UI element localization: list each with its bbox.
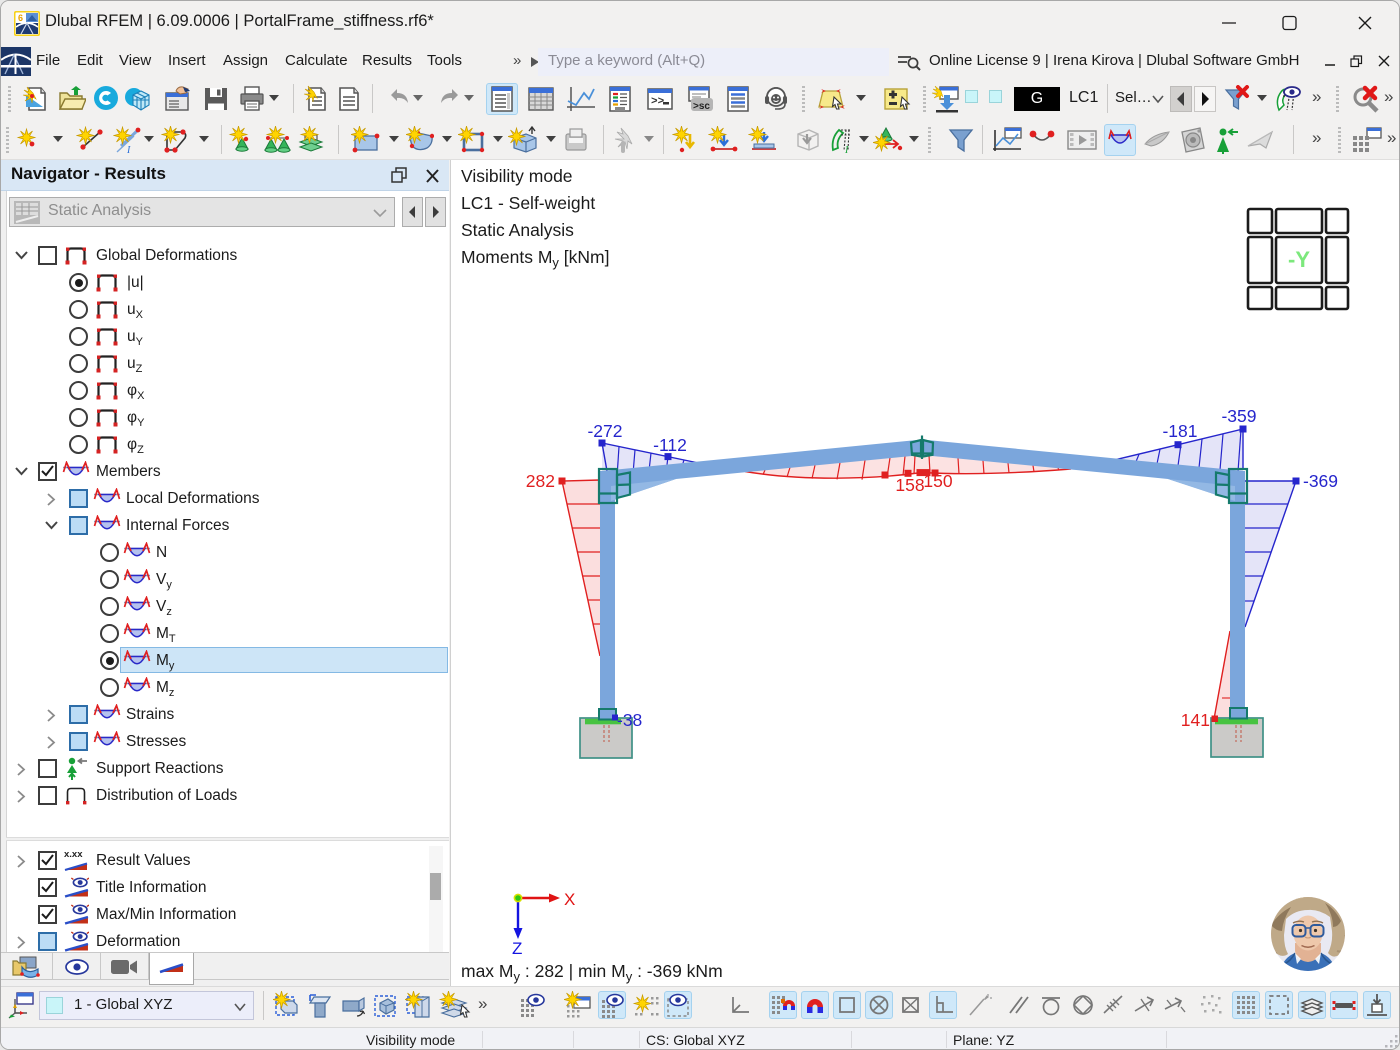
svg-text:X: X bbox=[564, 890, 575, 909]
svg-text:-181: -181 bbox=[1162, 421, 1197, 441]
svg-text:282: 282 bbox=[526, 471, 555, 491]
svg-text:141: 141 bbox=[1181, 710, 1210, 730]
svg-text:Moments My [kNm]: Moments My [kNm] bbox=[461, 247, 609, 270]
svg-text:-112: -112 bbox=[653, 435, 687, 455]
svg-text:x.xx: x.xx bbox=[64, 849, 83, 860]
svg-text:158: 158 bbox=[895, 475, 924, 495]
svg-text:-38: -38 bbox=[617, 710, 642, 730]
svg-text:I: I bbox=[126, 145, 131, 154]
svg-text:150: 150 bbox=[923, 471, 952, 491]
svg-text:-369: -369 bbox=[1303, 471, 1338, 491]
svg-text:>sc: >sc bbox=[693, 101, 710, 112]
svg-text:6: 6 bbox=[18, 13, 23, 23]
svg-text:>>: >> bbox=[651, 96, 665, 108]
svg-text:-Y: -Y bbox=[1288, 247, 1310, 272]
svg-text:Visibility mode: Visibility mode bbox=[461, 166, 573, 186]
svg-text:Z: Z bbox=[512, 939, 522, 958]
svg-text:-359: -359 bbox=[1221, 406, 1256, 426]
svg-text:Static Analysis: Static Analysis bbox=[461, 220, 574, 240]
svg-text:LC1 - Self-weight: LC1 - Self-weight bbox=[461, 193, 595, 213]
svg-text:I: I bbox=[844, 145, 849, 154]
svg-text:max My : 282 | min My : -369 k: max My : 282 | min My : -369 kNm bbox=[461, 961, 723, 984]
svg-text:-272: -272 bbox=[587, 421, 622, 441]
